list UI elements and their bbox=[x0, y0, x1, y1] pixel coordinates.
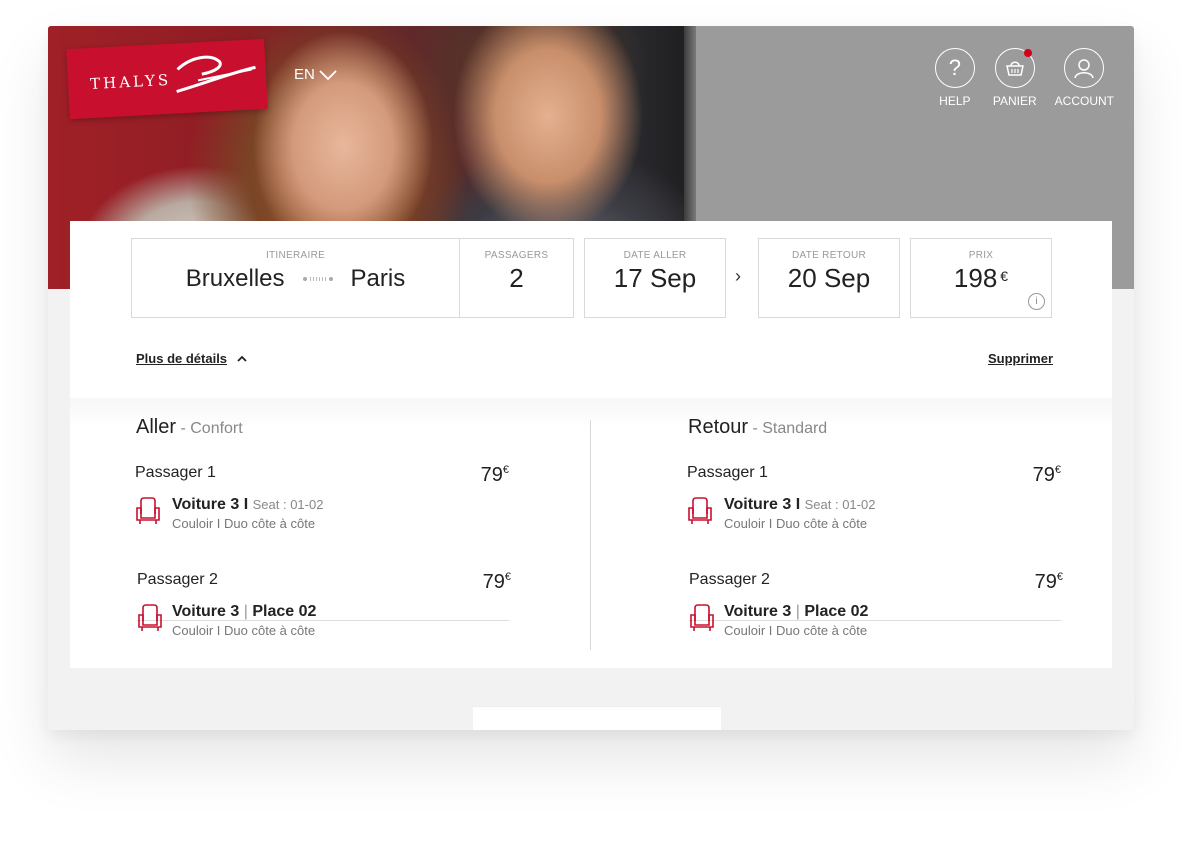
passengers-count: 2 bbox=[509, 263, 524, 293]
thalys-logo[interactable]: THALYS bbox=[66, 38, 268, 120]
more-details-link[interactable]: Plus de détails bbox=[136, 351, 247, 366]
column-divider bbox=[590, 420, 591, 650]
passenger-name: Passager 1 bbox=[687, 464, 768, 481]
passengers-label: PASSAGERS bbox=[484, 250, 549, 261]
outbound-class: Confort bbox=[190, 420, 243, 437]
seat-icon bbox=[690, 604, 714, 631]
basket-button[interactable]: PANIER bbox=[993, 48, 1037, 108]
seat-icon bbox=[138, 604, 162, 631]
currency-symbol: € bbox=[1000, 268, 1009, 284]
origin-city: Bruxelles bbox=[185, 265, 285, 292]
trip-details: Aller - Confort Passager 1 79€ Voiture 3… bbox=[70, 398, 1112, 668]
seat-details: Couloir I Duo côte à côte bbox=[172, 516, 316, 531]
return-date-box[interactable]: DATE RETOUR 20 Sep bbox=[758, 238, 900, 318]
app-window: THALYS EN ? HELP PANIER ACCOUNT ITINERAI… bbox=[48, 26, 1134, 730]
seat-number: Seat : 01-02 bbox=[804, 497, 876, 512]
passenger-name: Passager 2 bbox=[689, 571, 770, 588]
departure-date: 17 Sep bbox=[613, 263, 697, 293]
chevron-down-icon bbox=[319, 69, 337, 80]
seat-place: Place 02 bbox=[252, 603, 317, 620]
price-label: PRIX bbox=[968, 250, 994, 261]
chevron-right-icon: › bbox=[735, 266, 741, 286]
language-selector[interactable]: EN bbox=[294, 66, 337, 83]
passengers-box[interactable]: PASSAGERS 2 bbox=[459, 238, 574, 318]
info-icon[interactable]: i bbox=[1028, 293, 1045, 310]
passenger-price: 79€ bbox=[482, 571, 511, 593]
language-label: EN bbox=[294, 66, 315, 83]
passenger-price: 79€ bbox=[480, 464, 509, 486]
top-navigation: ? HELP PANIER ACCOUNT bbox=[934, 48, 1114, 108]
seat-details: Couloir I Duo côte à côte bbox=[172, 623, 316, 638]
price-box: PRIX 198 € i bbox=[910, 238, 1052, 318]
account-button[interactable]: ACCOUNT bbox=[1055, 48, 1114, 108]
destination-city: Paris bbox=[350, 265, 406, 292]
more-details-label: Plus de détails bbox=[136, 351, 228, 366]
next-card-edge bbox=[473, 706, 721, 730]
seat-place: Place 02 bbox=[804, 603, 869, 620]
seat-icon bbox=[688, 497, 712, 524]
seat-details: Couloir I Duo côte à côte bbox=[724, 623, 868, 638]
total-price: 198 € bbox=[953, 263, 1009, 293]
departure-date-label: DATE ALLER bbox=[623, 250, 687, 261]
route-line-icon bbox=[302, 277, 333, 281]
itinerary-label: ITINERAIRE bbox=[265, 250, 326, 261]
logo-swoosh-icon bbox=[176, 55, 256, 93]
outbound-title: Aller - Confort bbox=[136, 416, 243, 438]
passenger-price: 79€ bbox=[1034, 571, 1063, 593]
user-icon bbox=[1064, 48, 1105, 88]
departure-date-box[interactable]: DATE ALLER 17 Sep bbox=[584, 238, 726, 318]
passenger-price: 79€ bbox=[1032, 464, 1061, 486]
delete-link[interactable]: Supprimer bbox=[988, 351, 1053, 366]
seat-number: Seat : 01-02 bbox=[252, 497, 324, 512]
notification-dot bbox=[1023, 49, 1032, 57]
basket-icon bbox=[994, 48, 1035, 88]
chevron-up-icon bbox=[237, 355, 247, 362]
return-title: Retour - Standard bbox=[688, 416, 828, 438]
help-label: HELP bbox=[939, 94, 971, 108]
return-date: 20 Sep bbox=[787, 263, 871, 293]
logo-text: THALYS bbox=[89, 70, 172, 94]
seat-details: Couloir I Duo côte à côte bbox=[724, 516, 868, 531]
seat-car: Voiture 3 I Seat : 01-02 bbox=[172, 496, 324, 513]
return-class: Standard bbox=[762, 420, 828, 437]
question-icon: ? bbox=[934, 48, 975, 88]
help-button[interactable]: ? HELP bbox=[934, 48, 975, 108]
passenger-name: Passager 2 bbox=[137, 571, 218, 588]
seat-car: Voiture 3 | Place 02 bbox=[724, 603, 869, 620]
seat-car: Voiture 3 | Place 02 bbox=[172, 603, 317, 620]
seat-icon bbox=[136, 497, 160, 524]
basket-label: PANIER bbox=[992, 94, 1037, 108]
account-label: ACCOUNT bbox=[1054, 94, 1114, 108]
passenger-name: Passager 1 bbox=[135, 464, 216, 481]
itinerary-box[interactable]: ITINERAIRE Bruxelles Paris bbox=[131, 238, 460, 318]
return-date-label: DATE RETOUR bbox=[791, 250, 867, 261]
booking-card: ITINERAIRE Bruxelles Paris PASSAGERS 2 D… bbox=[70, 221, 1112, 668]
seat-car: Voiture 3 I Seat : 01-02 bbox=[724, 496, 876, 513]
